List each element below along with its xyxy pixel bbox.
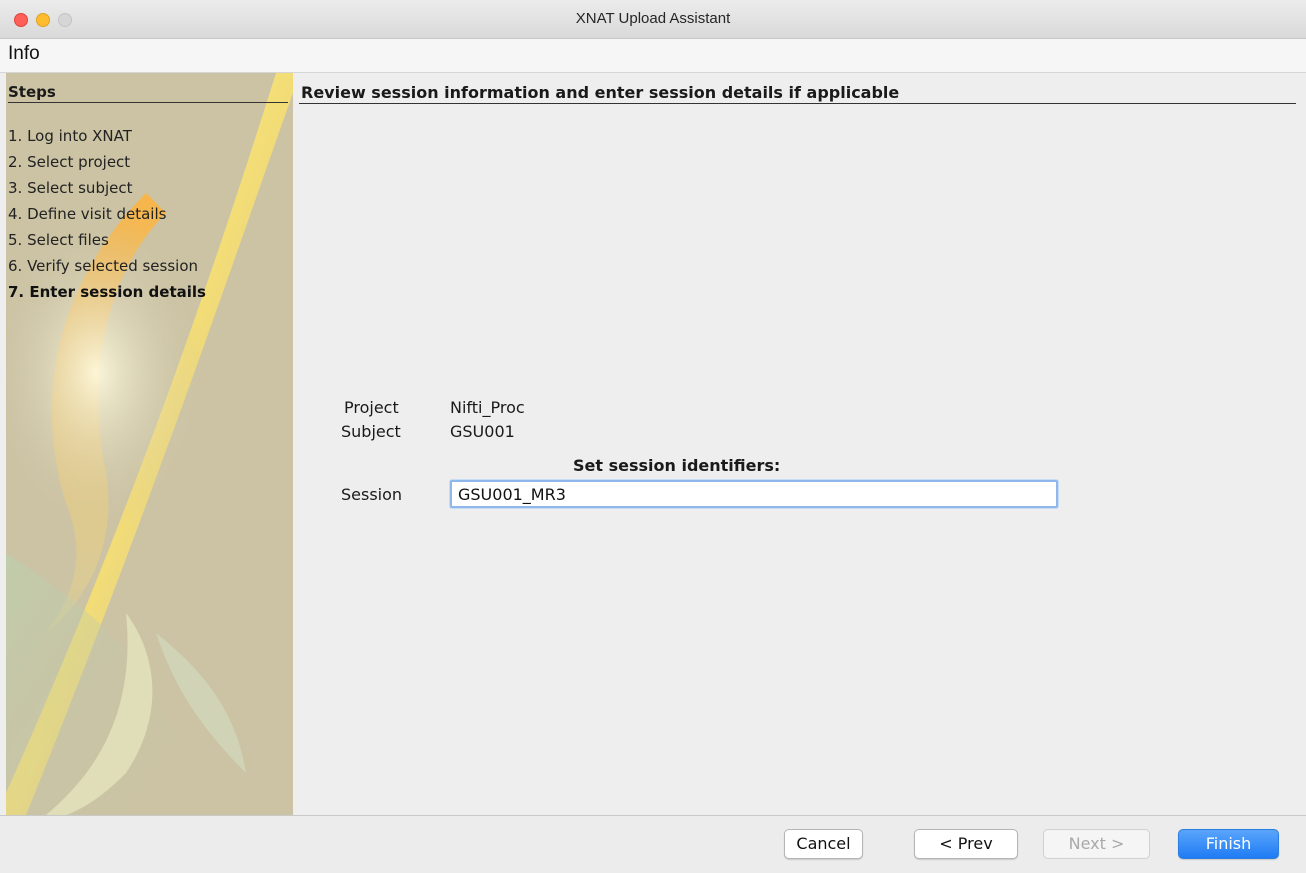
step-item: 4. Define visit details (8, 205, 167, 223)
menu-info[interactable]: Info (8, 43, 40, 65)
wizard-content: Steps 1. Log into XNAT 2. Select project… (6, 73, 1300, 815)
menu-bar: Info (0, 39, 1306, 73)
window-title: XNAT Upload Assistant (575, 10, 731, 27)
session-label: Session (341, 485, 403, 504)
project-label: Project (344, 398, 399, 417)
step-item: 2. Select project (8, 153, 131, 171)
title-bar: XNAT Upload Assistant (0, 0, 1306, 39)
finish-button[interactable]: Finish (1178, 829, 1279, 859)
set-session-identifiers-heading: Set session identifiers: (573, 456, 781, 475)
step-item: 1. Log into XNAT (8, 127, 132, 145)
steps-title: Steps (8, 83, 56, 101)
steps-divider (8, 102, 288, 103)
session-input[interactable] (450, 480, 1058, 508)
step-item: 6. Verify selected session (8, 257, 199, 275)
step-item: 3. Select subject (8, 179, 133, 197)
cancel-button[interactable]: Cancel (784, 829, 863, 859)
button-bar: Cancel < Prev Next > Finish (0, 815, 1306, 873)
subject-value: GSU001 (450, 422, 515, 441)
step-item: 5. Select files (8, 231, 109, 249)
steps-list: 1. Log into XNAT 2. Select project 3. Se… (8, 123, 206, 305)
panel-heading: Review session information and enter ses… (301, 83, 900, 102)
step-item-active: 7. Enter session details (8, 283, 206, 301)
panel-divider (299, 103, 1296, 104)
prev-button[interactable]: < Prev (914, 829, 1018, 859)
app-window: XNAT Upload Assistant Info Steps 1. Log … (0, 0, 1306, 873)
next-button[interactable]: Next > (1043, 829, 1150, 859)
steps-sidebar: Steps 1. Log into XNAT 2. Select project… (6, 73, 293, 815)
subject-label: Subject (341, 422, 401, 441)
project-value: Nifti_Proc (450, 398, 525, 417)
